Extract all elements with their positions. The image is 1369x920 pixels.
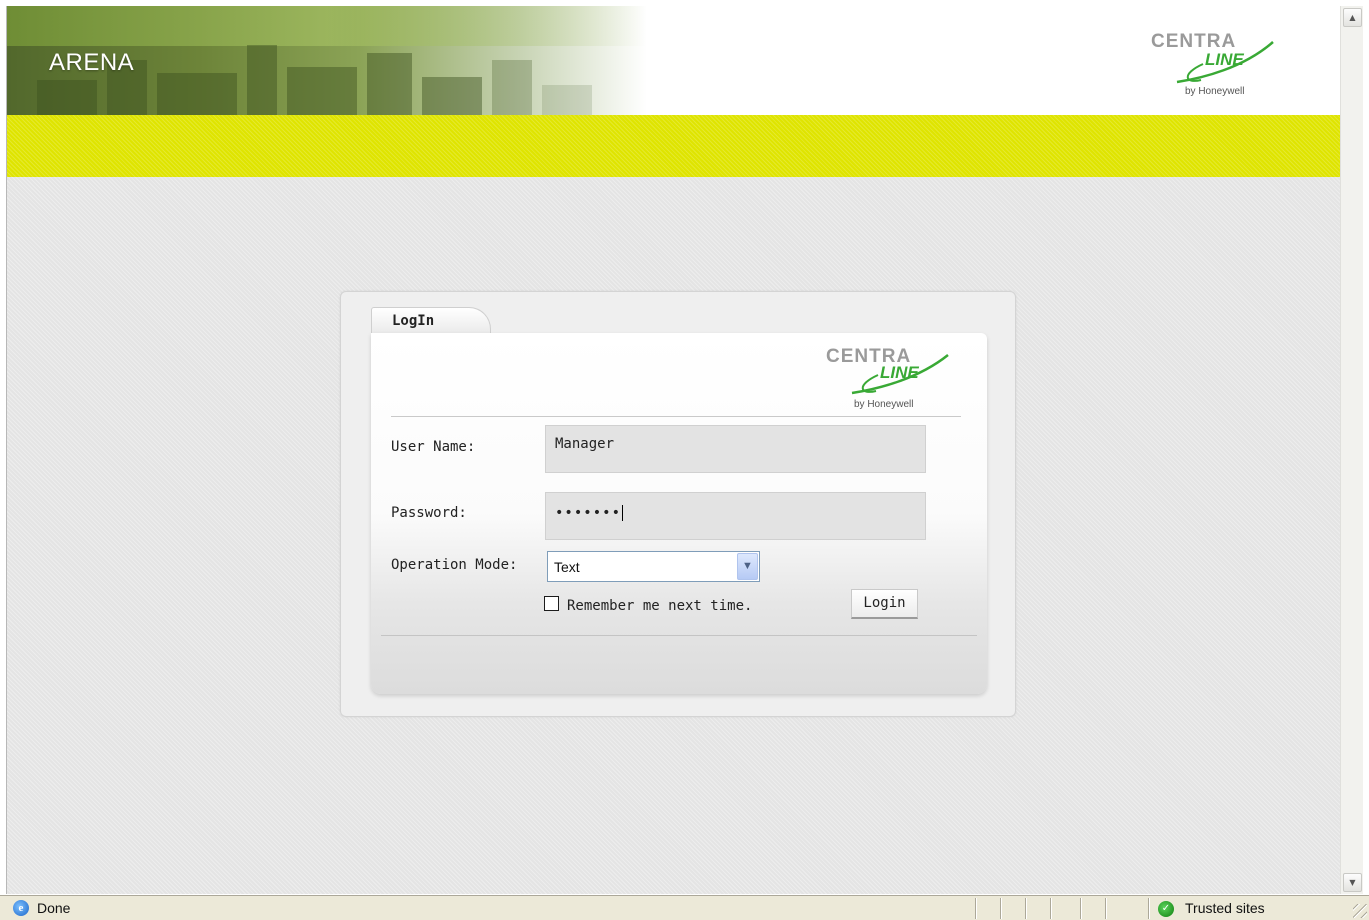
operation-mode-label: Operation Mode: — [391, 557, 518, 573]
panel-footer-divider — [381, 635, 977, 636]
chevron-down-icon[interactable]: ▼ — [737, 553, 758, 580]
status-pane-divider — [1000, 898, 1002, 919]
login-form: CENTRA LINE by Honeywell User Name: Mana… — [371, 333, 987, 694]
scroll-down-arrow-icon[interactable]: ▼ — [1343, 873, 1362, 892]
operation-mode-value: Text — [554, 559, 580, 575]
username-input[interactable]: Manager — [545, 425, 926, 473]
password-label: Password: — [391, 505, 467, 521]
header-accent-bar — [7, 115, 1340, 177]
operation-mode-select[interactable]: Text ▼ — [547, 551, 760, 582]
status-pane-divider — [975, 898, 977, 919]
login-panel: LogIn CENTRA LINE by Honeywell User Name… — [340, 291, 1016, 717]
page-header: ARENA CENTRA LINE by Honeywell — [7, 6, 1340, 115]
tab-login[interactable]: LogIn — [371, 307, 491, 335]
status-pane-divider — [1148, 898, 1150, 919]
status-pane-divider — [1105, 898, 1107, 919]
panel-logo-by-honeywell-text: by Honeywell — [854, 399, 914, 410]
logo-swoosh-icon — [1176, 41, 1274, 84]
centraline-logo: CENTRA LINE by Honeywell — [1143, 28, 1293, 103]
app-title: ARENA — [49, 49, 135, 76]
remember-me-label[interactable]: Remember me next time. — [567, 598, 752, 614]
status-pane-divider — [1080, 898, 1082, 919]
trusted-sites-icon: ✓ — [1158, 901, 1174, 917]
panel-divider — [391, 416, 961, 417]
status-pane-divider — [1050, 898, 1052, 919]
password-mask: ••••••• — [555, 505, 622, 521]
security-zone-text: Trusted sites — [1185, 900, 1265, 916]
text-caret — [622, 505, 624, 521]
login-button[interactable]: Login — [851, 589, 918, 619]
username-label: User Name: — [391, 439, 476, 455]
status-text: Done — [37, 900, 71, 916]
vertical-scrollbar[interactable]: ▲ ▼ — [1340, 6, 1363, 894]
panel-centraline-logo: CENTRA LINE by Honeywell — [824, 343, 974, 413]
remember-me-checkbox[interactable] — [544, 596, 559, 611]
status-pane-divider — [1025, 898, 1027, 919]
password-input[interactable]: ••••••• — [545, 492, 926, 540]
ie-page-icon: e — [13, 900, 29, 916]
browser-status-bar: e Done ✓ Trusted sites — [0, 895, 1369, 920]
resize-grip-icon[interactable] — [1353, 904, 1367, 918]
window-frame-right — [1363, 0, 1369, 895]
tab-login-label: LogIn — [392, 313, 435, 329]
scroll-up-arrow-icon[interactable]: ▲ — [1343, 8, 1362, 27]
browser-viewport: ARENA CENTRA LINE by Honeywell LogIn CEN… — [6, 6, 1340, 894]
panel-logo-swoosh-icon — [851, 354, 949, 395]
